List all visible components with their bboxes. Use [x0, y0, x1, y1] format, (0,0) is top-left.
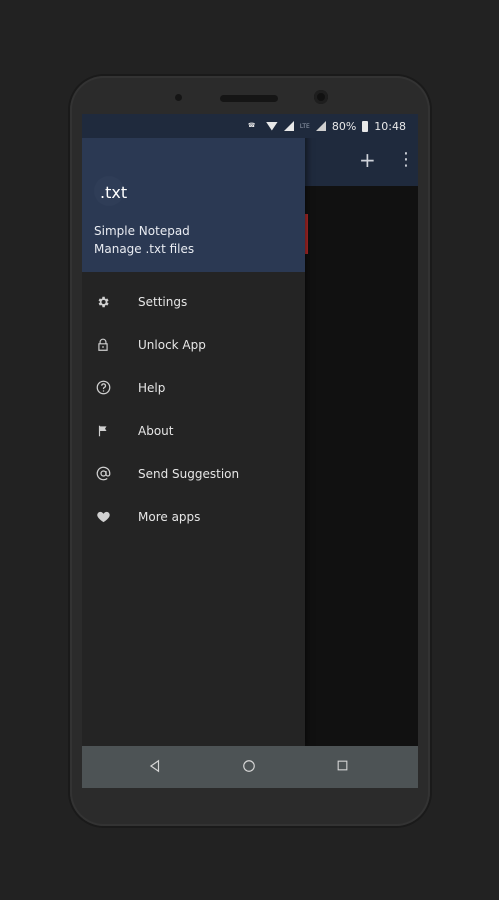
home-icon[interactable]	[242, 759, 256, 777]
front-camera	[314, 90, 328, 104]
more-vert-icon[interactable]: ⋮	[397, 150, 415, 170]
lock-icon	[95, 337, 111, 353]
menu-item-label: Unlock App	[138, 337, 206, 352]
menu-item-unlock-app[interactable]: Unlock App	[82, 323, 305, 366]
plus-icon[interactable]: +	[359, 150, 376, 170]
flag-icon	[95, 423, 111, 439]
app-subtitle: Manage .txt files	[94, 242, 195, 256]
drawer-menu: Settings Unlock App Help About Send Sugg…	[82, 280, 305, 538]
menu-item-send-suggestion[interactable]: Send Suggestion	[82, 452, 305, 495]
wifi-icon	[265, 121, 278, 131]
menu-item-label: About	[138, 423, 174, 438]
battery-icon	[362, 120, 369, 132]
status-bar: ☎ LTE 80% 10:48	[82, 114, 418, 138]
menu-item-label: Send Suggestion	[138, 466, 240, 481]
menu-item-more-apps[interactable]: More apps	[82, 495, 305, 538]
menu-item-about[interactable]: About	[82, 409, 305, 452]
at-icon	[95, 466, 111, 482]
signal-icon	[283, 121, 294, 131]
earpiece	[220, 95, 278, 102]
lte-label: LTE	[299, 122, 310, 130]
phone-frame: + ⋮ .txt Simple Notepad Manage .txt file…	[70, 76, 430, 826]
app-logo-text: .txt	[100, 183, 128, 202]
menu-item-label: Settings	[138, 294, 188, 309]
menu-item-label: Help	[138, 380, 166, 395]
heart-icon	[95, 509, 111, 525]
navigation-drawer: .txt Simple Notepad Manage .txt files Se…	[82, 114, 305, 746]
drawer-header: .txt Simple Notepad Manage .txt files	[82, 138, 305, 272]
app-bar: + ⋮	[305, 138, 418, 186]
menu-item-settings[interactable]: Settings	[82, 280, 305, 323]
gear-icon	[95, 294, 111, 310]
clock: 10:48	[374, 119, 406, 133]
call-lte-icon: ☎	[247, 122, 256, 129]
menu-item-label: More apps	[138, 509, 201, 524]
battery-percent: 80%	[331, 119, 357, 133]
menu-item-help[interactable]: Help	[82, 366, 305, 409]
app-name: Simple Notepad	[94, 224, 190, 238]
navigation-bar	[82, 746, 418, 788]
front-sensor	[175, 94, 182, 101]
screen: + ⋮ .txt Simple Notepad Manage .txt file…	[82, 114, 418, 788]
help-icon	[95, 380, 111, 396]
recents-icon[interactable]	[336, 759, 349, 776]
signal-icon-2	[315, 121, 326, 131]
back-icon[interactable]	[148, 759, 162, 777]
